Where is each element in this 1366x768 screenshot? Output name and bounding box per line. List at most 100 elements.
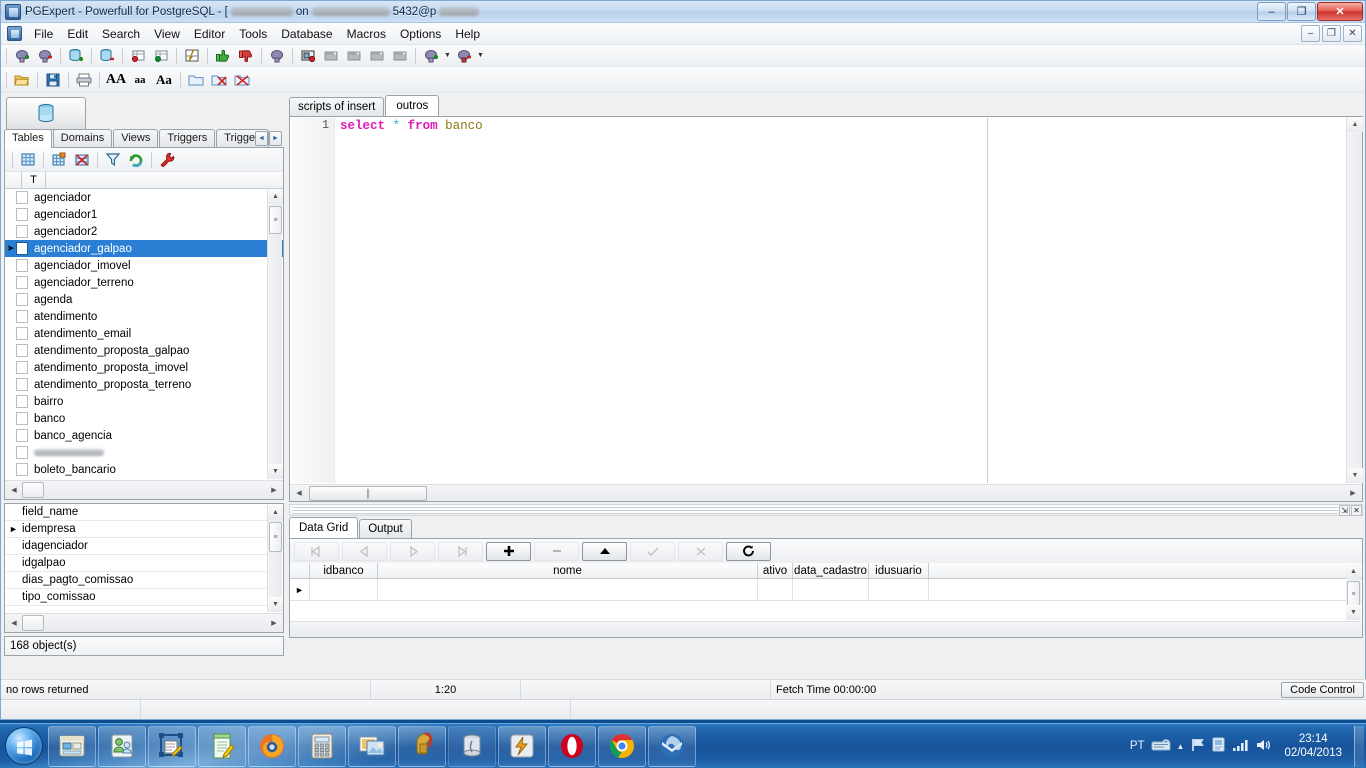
- row-checkbox[interactable]: [16, 378, 28, 391]
- menu-item-macros[interactable]: Macros: [340, 25, 393, 43]
- chevron-down-icon[interactable]: ▼: [476, 46, 485, 66]
- font-lower-icon[interactable]: aa: [129, 70, 151, 90]
- table-row[interactable]: banco: [5, 410, 283, 427]
- menu-item-tools[interactable]: Tools: [232, 25, 274, 43]
- data-grid-horizontal-scrollbar[interactable]: [290, 621, 1362, 637]
- tables-list[interactable]: agenciador agenciador1 agenciador2 ➤ agen…: [5, 189, 283, 479]
- grid-cell-idusuario[interactable]: [869, 579, 929, 600]
- network-signal-icon[interactable]: [1232, 738, 1249, 755]
- tools-wrench-icon[interactable]: [156, 150, 178, 170]
- mdi-close-button[interactable]: ✕: [1343, 25, 1362, 42]
- table-row[interactable]: ►: [290, 579, 1362, 601]
- taskbar-opera-icon[interactable]: [548, 725, 596, 767]
- menu-item-options[interactable]: Options: [393, 25, 448, 43]
- row-checkbox[interactable]: [16, 429, 28, 442]
- row-checkbox[interactable]: [16, 225, 28, 238]
- rollback-icon[interactable]: [235, 46, 257, 66]
- chevron-down-icon[interactable]: ▼: [443, 46, 452, 66]
- field-row-current[interactable]: ► idempresa: [5, 521, 283, 538]
- scroll-up-icon[interactable]: ▲: [1346, 564, 1361, 579]
- window-2-icon[interactable]: [343, 46, 365, 66]
- save-file-icon[interactable]: [42, 70, 64, 90]
- taskbar-clock[interactable]: 23:14 02/04/2013: [1278, 732, 1348, 760]
- scroll-down-icon[interactable]: ▼: [1346, 605, 1361, 620]
- tab-triggers[interactable]: Triggers: [159, 129, 216, 147]
- row-checkbox[interactable]: [16, 276, 28, 289]
- sql-editor[interactable]: 1 select * from banco ▲ ▼ ◀ ║ ▶: [289, 116, 1363, 502]
- show-hidden-icons-icon[interactable]: ▲: [1177, 742, 1185, 751]
- taskbar-calculator-icon[interactable]: [298, 725, 346, 767]
- taskbar-explorer-icon[interactable]: [48, 725, 96, 767]
- row-checkbox[interactable]: [16, 412, 28, 425]
- window-1-icon[interactable]: [320, 46, 342, 66]
- row-checkbox[interactable]: [16, 191, 28, 204]
- print-icon[interactable]: [73, 70, 95, 90]
- scroll-right-icon[interactable]: ▶: [266, 482, 282, 499]
- row-checkbox[interactable]: [16, 208, 28, 221]
- table-row[interactable]: agenciador_terreno: [5, 274, 283, 291]
- tab-tables[interactable]: Tables: [4, 129, 52, 148]
- filter-icon[interactable]: [102, 150, 124, 170]
- refresh-record-button[interactable]: [726, 541, 771, 561]
- new-table-icon[interactable]: [48, 150, 70, 170]
- disconnect-dropdown-icon[interactable]: [453, 46, 475, 66]
- code-control-button[interactable]: Code Control: [1281, 681, 1364, 698]
- grid-column-idbanco[interactable]: idbanco: [310, 563, 378, 578]
- row-checkbox[interactable]: [16, 293, 28, 306]
- table-row[interactable]: banco_agencia: [5, 427, 283, 444]
- taskbar-database-icon[interactable]: [448, 725, 496, 767]
- grid-view-icon[interactable]: [17, 150, 39, 170]
- scroll-right-icon[interactable]: ▶: [266, 615, 282, 632]
- monitor-record-icon[interactable]: [297, 46, 319, 66]
- font-upper-icon[interactable]: AA: [104, 70, 128, 90]
- row-checkbox[interactable]: [16, 344, 28, 357]
- scroll-left-icon[interactable]: ◀: [6, 615, 22, 632]
- action-center-flag-icon[interactable]: [1190, 738, 1205, 755]
- last-record-button[interactable]: [438, 541, 483, 561]
- taskbar-helmet-icon[interactable]: [398, 725, 446, 767]
- taskbar-firefox-icon[interactable]: [248, 725, 296, 767]
- next-record-button[interactable]: [390, 541, 435, 561]
- plug-icon[interactable]: [266, 46, 288, 66]
- scrollbar-thumb[interactable]: ≡: [269, 206, 282, 234]
- sql-new-icon[interactable]: [127, 46, 149, 66]
- menu-item-file[interactable]: File: [27, 25, 60, 43]
- prior-record-button[interactable]: [342, 541, 387, 561]
- keyboard-icon[interactable]: [1151, 738, 1171, 755]
- menu-item-search[interactable]: Search: [95, 25, 147, 43]
- scroll-down-icon[interactable]: ▼: [268, 597, 283, 612]
- scrollbar-thumb[interactable]: ≡: [269, 522, 282, 552]
- volume-icon[interactable]: [1255, 738, 1272, 755]
- taskbar-thunderbird-icon[interactable]: [648, 725, 696, 767]
- minimize-button[interactable]: –: [1257, 2, 1286, 21]
- row-checkbox[interactable]: [16, 259, 28, 272]
- commit-icon[interactable]: [212, 46, 234, 66]
- grid-column-nome[interactable]: nome: [378, 563, 758, 578]
- tables-horizontal-scrollbar[interactable]: ◀ ▶: [5, 480, 283, 499]
- window-3-icon[interactable]: [366, 46, 388, 66]
- scroll-up-icon[interactable]: ▲: [268, 505, 283, 520]
- scroll-up-icon[interactable]: ▲: [1347, 117, 1363, 132]
- taskbar-winamp-icon[interactable]: [498, 725, 546, 767]
- menu-item-edit[interactable]: Edit: [60, 25, 95, 43]
- table-row[interactable]: atendimento: [5, 308, 283, 325]
- scrollbar-thumb[interactable]: [22, 615, 44, 631]
- row-checkbox[interactable]: [16, 463, 28, 476]
- pin-icon[interactable]: ⇲: [1339, 504, 1350, 516]
- table-row[interactable]: agenciador2: [5, 223, 283, 240]
- row-checkbox[interactable]: [16, 446, 28, 459]
- row-checkbox[interactable]: [16, 327, 28, 340]
- field-row[interactable]: tipo_comissao: [5, 589, 283, 606]
- database-remove-icon[interactable]: [96, 46, 118, 66]
- row-checkbox[interactable]: [16, 361, 28, 374]
- scroll-left-icon[interactable]: ◀: [291, 485, 307, 502]
- fields-list[interactable]: field_name ► idempresa idagenciador idgal…: [5, 504, 283, 613]
- data-grid-vertical-scrollbar[interactable]: ▲ ≡ ▼: [1346, 564, 1361, 620]
- scrollbar-thumb[interactable]: ≡: [1347, 581, 1360, 607]
- grid-cell-idbanco[interactable]: [310, 579, 378, 600]
- editor-vertical-scrollbar[interactable]: ▲ ▼: [1346, 117, 1363, 483]
- maximize-button[interactable]: ❐: [1287, 2, 1316, 21]
- row-checkbox[interactable]: [16, 242, 28, 255]
- tab-scripts-of-insert[interactable]: scripts of insert: [289, 97, 385, 116]
- scroll-right-icon[interactable]: ▶: [1345, 485, 1361, 502]
